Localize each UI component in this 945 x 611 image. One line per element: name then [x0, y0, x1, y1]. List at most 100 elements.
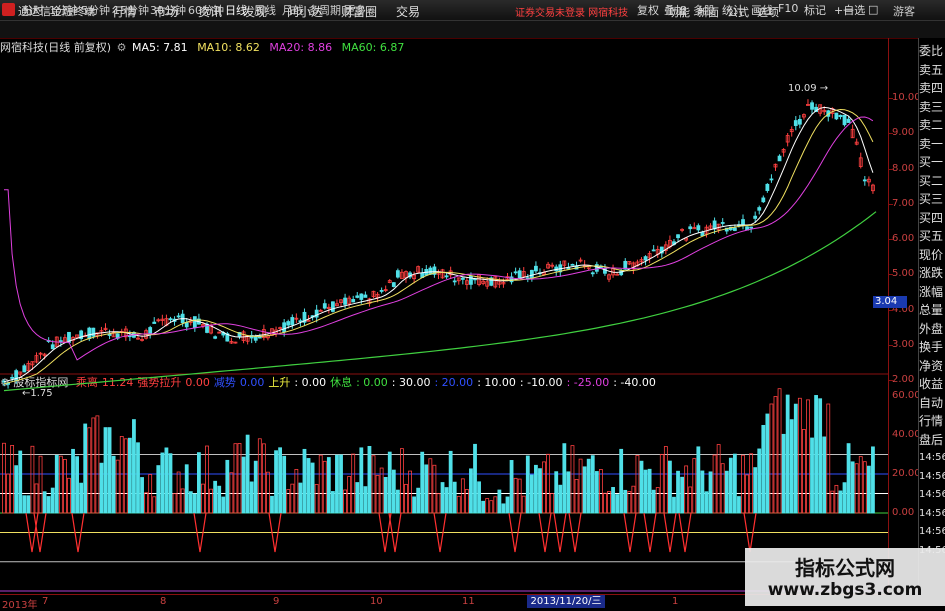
- sidebar-item[interactable]: 14:56: [919, 488, 945, 502]
- indicator-bar: [221, 496, 226, 514]
- indicator-bar: [71, 448, 75, 514]
- indicator-bar: [34, 483, 39, 514]
- indicator-bar: [834, 484, 839, 514]
- date-tick: 9: [273, 596, 280, 607]
- indicator-bar: [647, 468, 652, 514]
- chart-area[interactable]: 10.09 → ←1.75: [0, 38, 888, 594]
- period-more[interactable]: 更多: [344, 2, 366, 18]
- indicator-bar: [659, 453, 664, 514]
- sidebar-item[interactable]: 14:56: [919, 525, 945, 539]
- candle: [513, 271, 518, 274]
- overlay-button[interactable]: 叠加: [664, 2, 686, 18]
- indicator-bar: [107, 427, 112, 514]
- indicator-bar: [54, 454, 59, 514]
- period-15min[interactable]: 15分钟: [113, 2, 149, 18]
- sidebar-item[interactable]: 自动: [919, 396, 945, 410]
- f10-button[interactable]: F10: [778, 2, 798, 15]
- add-watchlist-button[interactable]: +自选: [834, 2, 865, 18]
- sidebar-item: 涨幅: [919, 284, 944, 299]
- indicator-bar: [546, 453, 551, 514]
- indicator-bar: [2, 442, 6, 514]
- indicator-bar: [554, 471, 559, 514]
- candle: [10, 376, 15, 379]
- stats-button[interactable]: 统计: [722, 2, 744, 18]
- indicator-bar: [753, 467, 758, 514]
- indicator-bar: [213, 480, 218, 514]
- draw-line-button[interactable]: 画线: [751, 2, 773, 18]
- multi-stock-button[interactable]: 多股: [693, 2, 715, 18]
- indicator-bar: [505, 496, 510, 514]
- sidebar-item[interactable]: 14:56: [919, 451, 945, 465]
- sidebar-item: 买五: [919, 229, 944, 243]
- indicator-bar: [79, 482, 84, 514]
- indicator-bar: [371, 455, 376, 514]
- period-multi[interactable]: 多周期: [308, 2, 341, 18]
- indicator-bar: [765, 413, 770, 514]
- period-daily[interactable]: 日线: [225, 2, 247, 18]
- indicator-bar: [152, 496, 157, 514]
- period-60min[interactable]: 60分钟: [188, 2, 224, 18]
- price-tick-mark: [889, 239, 893, 241]
- indicator-bar: [26, 495, 31, 514]
- indicator-bar: [712, 454, 717, 514]
- sidebar-item[interactable]: 盘后: [919, 433, 945, 447]
- indicator-bar: [850, 461, 855, 514]
- watermark-title: 指标公式网: [795, 556, 895, 580]
- date-tick: 10: [370, 596, 383, 607]
- indicator-bar: [688, 486, 693, 514]
- app-logo-icon: [2, 3, 15, 16]
- indicator-bar: [615, 494, 620, 514]
- candle: [651, 249, 656, 252]
- maximize-button[interactable]: □: [868, 3, 878, 16]
- mark-button[interactable]: 标记: [804, 2, 826, 18]
- indicator-bar: [493, 496, 498, 514]
- guest-label[interactable]: 游客: [893, 3, 915, 19]
- period-30min[interactable]: 30分钟: [150, 2, 186, 18]
- indicator-bar: [529, 474, 534, 514]
- price-tick: 9.00: [892, 127, 915, 139]
- indicator-bar: [391, 469, 396, 514]
- indicator-bar: [700, 470, 705, 514]
- indicator-bar: [444, 487, 449, 514]
- candle: [107, 333, 112, 336]
- indicator-bar: [404, 483, 408, 514]
- indicator-bar: [278, 447, 283, 514]
- indicator-bar: [708, 471, 713, 514]
- indicator-bar: [58, 455, 63, 514]
- indicator-bar: [802, 429, 806, 514]
- indicator-bar: [339, 454, 343, 514]
- period-monthly[interactable]: 月线: [282, 2, 304, 18]
- indicator-bar: [95, 415, 100, 514]
- indicator-bar: [590, 455, 595, 514]
- period-1min[interactable]: 1分钟: [49, 2, 78, 18]
- period-5min[interactable]: 5分钟: [81, 2, 110, 18]
- indicator-bar: [473, 443, 477, 514]
- price-chart: 10.09 → ←1.75: [0, 83, 888, 399]
- indicator-bar: [30, 445, 35, 514]
- candle: [257, 336, 262, 339]
- candle: [761, 197, 766, 203]
- sidebar-item[interactable]: 14:56: [919, 507, 945, 521]
- candle: [168, 318, 173, 321]
- indicator-bar: [127, 437, 132, 514]
- sidebar-item: 现价: [919, 247, 944, 262]
- sidebar-item: 买一: [919, 155, 944, 169]
- indicator-bar: [201, 483, 205, 514]
- indicator-bar: [245, 434, 250, 514]
- indicator-bar: [440, 482, 445, 514]
- indicator-bar: [497, 489, 502, 514]
- candle: [322, 303, 327, 309]
- quote-sidebar: 委比 卖五 卖四 卖三 卖二 卖一 买一 买二 买三 买四 买五 现价 涨跌 涨幅 总量 外盘 换手 净资 收益 自动…: [918, 38, 945, 593]
- indicator-bar: [781, 433, 786, 514]
- menu-trade[interactable]: 交易: [396, 3, 420, 20]
- sidebar-item[interactable]: 行情: [919, 414, 945, 428]
- period-weekly[interactable]: 周线: [254, 2, 276, 18]
- price-tick: 2.00: [892, 374, 915, 386]
- indicator-bar: [306, 458, 311, 514]
- price-tick: 7.00: [892, 197, 915, 209]
- sidebar-item: 买二: [919, 173, 944, 188]
- indicator-bar: [156, 465, 161, 514]
- adjust-button[interactable]: 复权: [637, 2, 659, 18]
- sidebar-item[interactable]: 14:56: [919, 470, 945, 484]
- period-tick[interactable]: 分时: [22, 2, 44, 18]
